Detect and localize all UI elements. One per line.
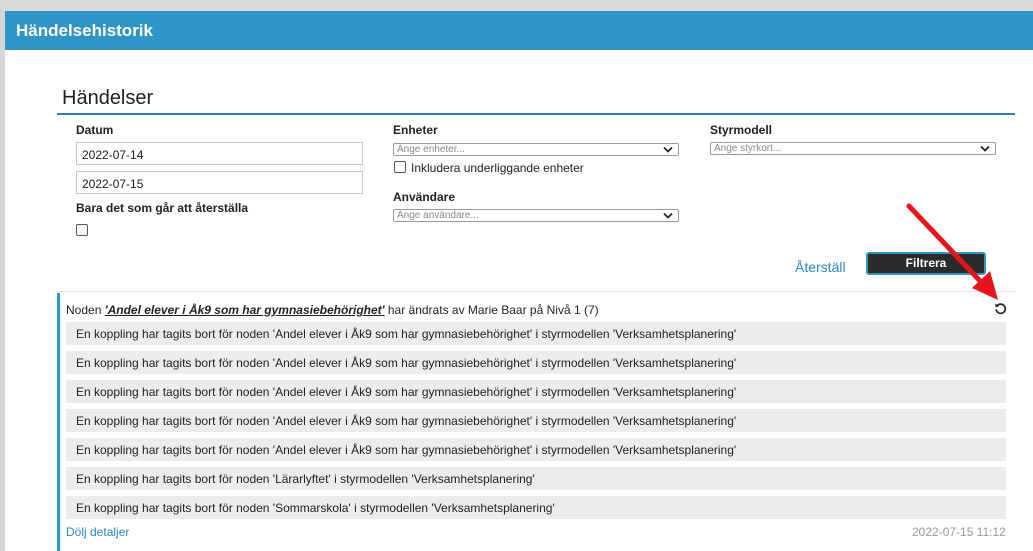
anvandare-select[interactable]: Ange användare... <box>393 209 679 222</box>
styrmodell-placeholder: Ange styrkort... <box>714 143 782 154</box>
section-underline <box>57 113 1015 115</box>
detail-row: En koppling har tagits bort för noden 'A… <box>66 409 1006 432</box>
styrmodell-label: Styrmodell <box>710 123 773 137</box>
window-title: Händelsehistorik <box>5 11 1033 50</box>
hide-details-link[interactable]: Dölj detaljer <box>66 525 129 539</box>
enheter-placeholder: Ange enheter... <box>397 144 465 155</box>
chevron-down-icon <box>663 212 673 219</box>
event-suffix: har ändrats av Marie Baar på Nivå 1 (7) <box>387 303 599 317</box>
event-node-link[interactable]: 'Andel elever i Åk9 som har gymnasiebehö… <box>105 303 385 317</box>
date-to-input[interactable]: 2022-07-15 <box>76 171 363 194</box>
enheter-select[interactable]: Ange enheter... <box>393 143 679 156</box>
restorable-checkbox[interactable] <box>76 224 88 236</box>
chevron-down-icon <box>980 145 990 152</box>
top-margin <box>0 0 1033 11</box>
detail-row: En koppling har tagits bort för noden 'S… <box>66 496 1006 519</box>
annotation-arrow-icon <box>906 203 998 300</box>
restorable-label: Bara det som går att återställa <box>76 201 249 215</box>
results-divider <box>57 291 1015 292</box>
detail-row: En koppling har tagits bort för noden 'A… <box>66 380 1006 403</box>
anvandare-label: Användare <box>393 190 456 204</box>
event-header: Noden 'Andel elever i Åk9 som har gymnas… <box>66 303 599 317</box>
enheter-label: Enheter <box>393 123 438 137</box>
include-sub-checkbox[interactable] <box>394 161 406 173</box>
event-timestamp: 2022-07-15 11:12 <box>912 525 1006 539</box>
datum-label: Datum <box>76 123 114 137</box>
detail-row: En koppling har tagits bort för noden 'A… <box>66 438 1006 461</box>
detail-row: En koppling har tagits bort för noden 'L… <box>66 467 1006 490</box>
detail-row: En koppling har tagits bort för noden 'A… <box>66 351 1006 374</box>
date-from-input[interactable]: 2022-07-14 <box>76 142 363 165</box>
event-accent-bar <box>57 293 60 551</box>
event-prefix: Noden <box>66 303 102 317</box>
section-title: Händelser <box>62 87 154 109</box>
include-sub-label: Inkludera underliggande enheter <box>411 161 584 175</box>
anvandare-placeholder: Ange användare... <box>397 210 479 221</box>
styrmodell-select[interactable]: Ange styrkort... <box>710 142 996 155</box>
reset-link[interactable]: Återställ <box>795 259 846 275</box>
detail-row: En koppling har tagits bort för noden 'A… <box>66 322 1006 345</box>
chevron-down-icon <box>663 146 673 153</box>
